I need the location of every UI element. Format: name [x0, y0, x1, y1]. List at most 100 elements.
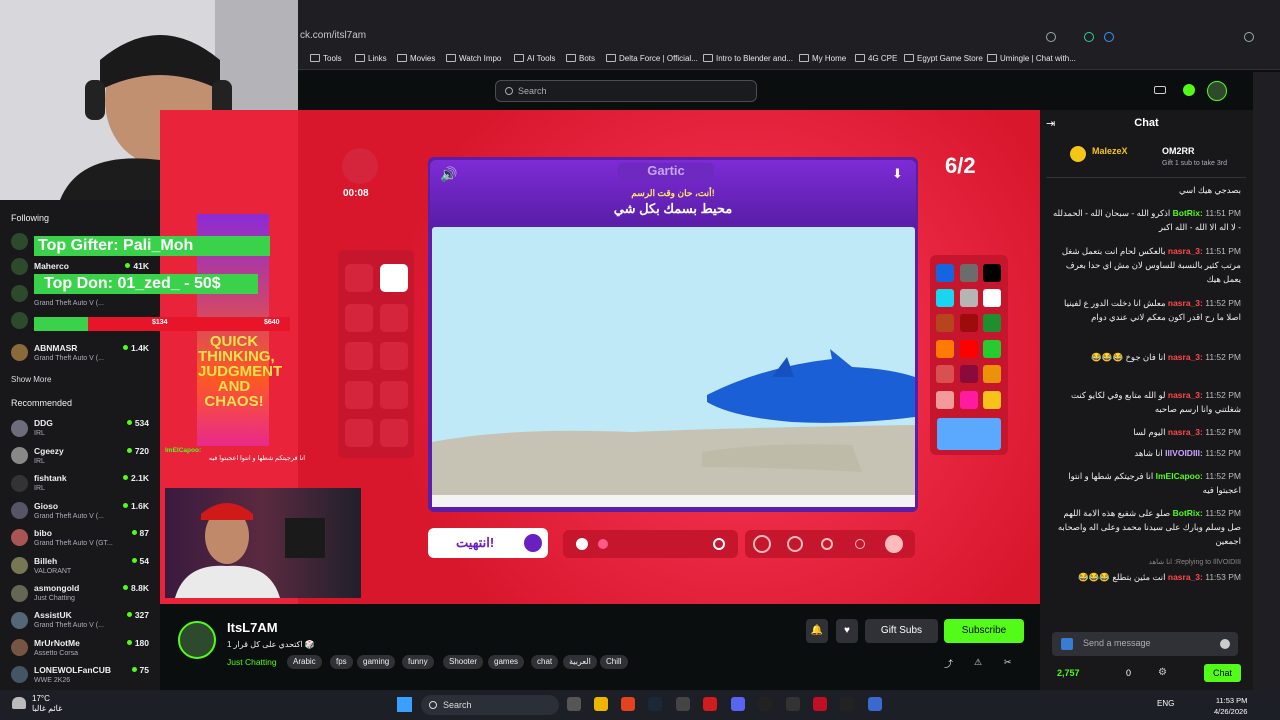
slider-thumb[interactable]	[598, 539, 608, 549]
discord-icon[interactable]	[731, 697, 745, 711]
notification-bell-button[interactable]: 🔔	[806, 619, 828, 643]
bookmark-item[interactable]: 4G CPE	[855, 54, 897, 63]
count-badge[interactable]: 0	[1126, 668, 1131, 678]
color-swatch[interactable]	[983, 264, 1001, 282]
app-icon[interactable]	[813, 697, 827, 711]
extension-icon[interactable]	[1084, 32, 1094, 42]
streamer-name[interactable]: ItsL7AM	[227, 620, 278, 635]
bookmark-item[interactable]: Links	[355, 54, 387, 63]
speaker-icon[interactable]: 🔊	[440, 166, 457, 183]
channel-name[interactable]: DDG	[34, 418, 53, 428]
size-option[interactable]	[855, 539, 865, 549]
channel-name[interactable]: Gioso	[34, 501, 58, 511]
stream-tag[interactable]: Shooter	[443, 655, 484, 669]
brave-browser-icon[interactable]	[621, 697, 635, 711]
size-option-selected[interactable]	[885, 535, 903, 553]
color-swatch[interactable]	[960, 289, 978, 307]
avatar[interactable]	[11, 475, 28, 492]
avatar[interactable]	[11, 447, 28, 464]
avatar[interactable]	[11, 420, 28, 437]
channel-name[interactable]: AssistUK	[34, 610, 72, 620]
done-button[interactable]: انتهيت!	[428, 528, 548, 558]
color-swatch[interactable]	[936, 264, 954, 282]
avatar[interactable]	[11, 529, 28, 546]
avatar[interactable]	[11, 612, 28, 629]
app-icon[interactable]	[758, 697, 772, 711]
windows-start-icon[interactable]	[397, 697, 412, 712]
pencil-tool-icon[interactable]	[380, 264, 408, 292]
stream-tag[interactable]: gaming	[357, 655, 396, 669]
pinned-user[interactable]: MalezeX	[1092, 146, 1128, 156]
streamer-avatar[interactable]	[178, 621, 216, 659]
stream-tag[interactable]: funny	[402, 655, 434, 669]
follow-heart-button[interactable]: ♥	[836, 619, 858, 643]
stream-tag[interactable]: fps	[330, 655, 353, 669]
circle-outline-tool-icon[interactable]	[345, 304, 373, 332]
color-swatch[interactable]	[960, 365, 978, 383]
color-swatch[interactable]	[936, 314, 954, 332]
avatar[interactable]	[11, 502, 28, 519]
stream-category[interactable]: Just Chatting	[227, 657, 277, 667]
color-swatch[interactable]	[983, 391, 1001, 409]
weather-widget[interactable]: 17°C غائم غالبا	[32, 694, 62, 714]
search-input[interactable]: Search	[495, 80, 757, 102]
avatar[interactable]	[11, 557, 28, 574]
channel-name[interactable]: LONEWOLFanCUB	[34, 665, 111, 675]
bookmark-item[interactable]: Tools	[310, 54, 342, 63]
eraser-tool-icon[interactable]	[345, 264, 373, 292]
app-icon[interactable]	[840, 697, 854, 711]
circle-fill-tool-icon[interactable]	[345, 342, 373, 370]
channel-name[interactable]: ABNMASR	[34, 343, 77, 353]
color-swatch[interactable]	[960, 340, 978, 358]
channel-name[interactable]: Cgeezy	[34, 446, 64, 456]
pinned-user[interactable]: OM2RR	[1162, 146, 1195, 156]
app-icon[interactable]	[786, 697, 800, 711]
channel-name[interactable]: asmongold	[34, 583, 79, 593]
system-clock[interactable]: 11:53 PM 4/26/2026	[1214, 695, 1247, 717]
color-swatch[interactable]	[960, 314, 978, 332]
bookmark-item[interactable]: Egypt Game Store	[904, 54, 983, 63]
square-fill-tool-icon[interactable]	[380, 342, 408, 370]
avatar[interactable]	[11, 233, 28, 250]
selected-color[interactable]	[937, 418, 1001, 450]
avatar[interactable]	[11, 585, 28, 602]
color-swatch[interactable]	[936, 365, 954, 383]
clip-icon[interactable]: ✂	[1004, 657, 1012, 668]
bookmark-item[interactable]: Watch Impo	[446, 54, 501, 63]
gift-subs-button[interactable]: Gift Subs	[865, 619, 938, 643]
settings-icon[interactable]	[1244, 32, 1254, 42]
chat-settings-icon[interactable]: ⚙	[1158, 667, 1167, 678]
color-swatch[interactable]	[936, 289, 954, 307]
color-swatch[interactable]	[936, 391, 954, 409]
line-tool-icon[interactable]	[380, 381, 408, 409]
share-icon[interactable]: ⤴	[944, 657, 953, 670]
color-swatch[interactable]	[983, 314, 1001, 332]
show-more-link[interactable]: Show More	[11, 375, 51, 384]
bookmark-item[interactable]: AI Tools	[514, 54, 555, 63]
stream-tag[interactable]: games	[488, 655, 525, 669]
app-icon[interactable]	[868, 697, 882, 711]
drawing-canvas[interactable]	[432, 227, 915, 507]
color-swatch[interactable]	[960, 391, 978, 409]
avatar[interactable]	[11, 666, 28, 683]
redo-icon[interactable]	[380, 419, 408, 447]
avatar[interactable]	[11, 258, 28, 275]
report-icon[interactable]: ⚠	[974, 657, 982, 668]
send-chat-button[interactable]: Chat	[1204, 664, 1241, 682]
color-swatch[interactable]	[983, 365, 1001, 383]
stream-tag[interactable]: العربية	[563, 655, 597, 669]
stream-tag[interactable]: Chill	[600, 655, 628, 669]
channel-name[interactable]: MrUrNotMe	[34, 638, 80, 648]
subscribe-button[interactable]: Subscribe	[944, 619, 1024, 643]
avatar[interactable]	[11, 639, 28, 656]
channel-name[interactable]: bibo	[34, 528, 52, 538]
language-indicator[interactable]: ENG	[1157, 699, 1174, 708]
color-swatch[interactable]	[936, 340, 954, 358]
user-avatar[interactable]	[1207, 81, 1227, 101]
stream-tag[interactable]: Arabic	[287, 655, 322, 669]
channel-name[interactable]: Maherco	[34, 261, 69, 271]
avatar[interactable]	[11, 312, 28, 329]
brush-size-picker[interactable]	[745, 530, 915, 558]
fill-bucket-tool-icon[interactable]	[345, 381, 373, 409]
task-view-icon[interactable]	[567, 697, 581, 711]
